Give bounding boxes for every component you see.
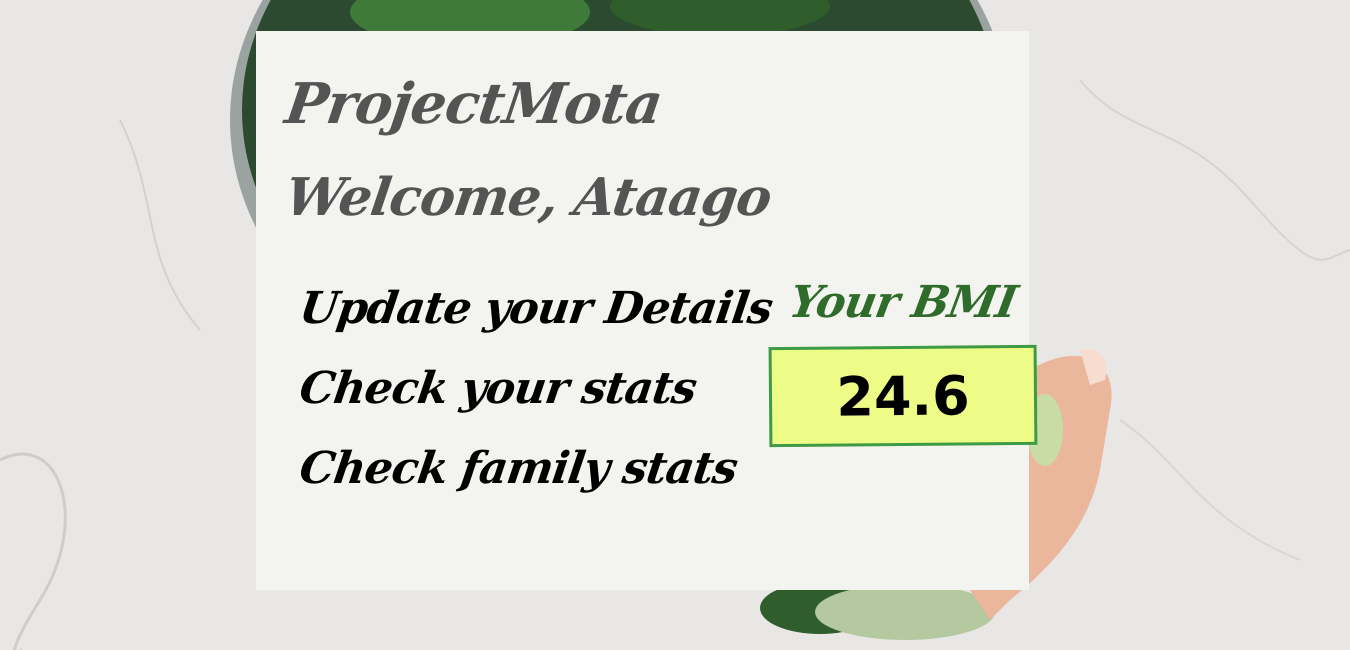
welcome-message: Welcome, Ataago [281, 167, 775, 228]
bmi-value: 24.6 [836, 363, 970, 429]
brand-title: ProjectMota [281, 71, 666, 137]
check-stats-link[interactable]: Check your stats [296, 363, 699, 414]
bmi-label: Your BMI [785, 277, 1021, 328]
bmi-value-box: 24.6 [768, 344, 1038, 448]
dashboard-card: ProjectMota Welcome, Ataago Update your … [256, 31, 1038, 590]
check-family-stats-link[interactable]: Check family stats [296, 443, 740, 494]
update-details-link[interactable]: Update your Details [296, 283, 775, 334]
